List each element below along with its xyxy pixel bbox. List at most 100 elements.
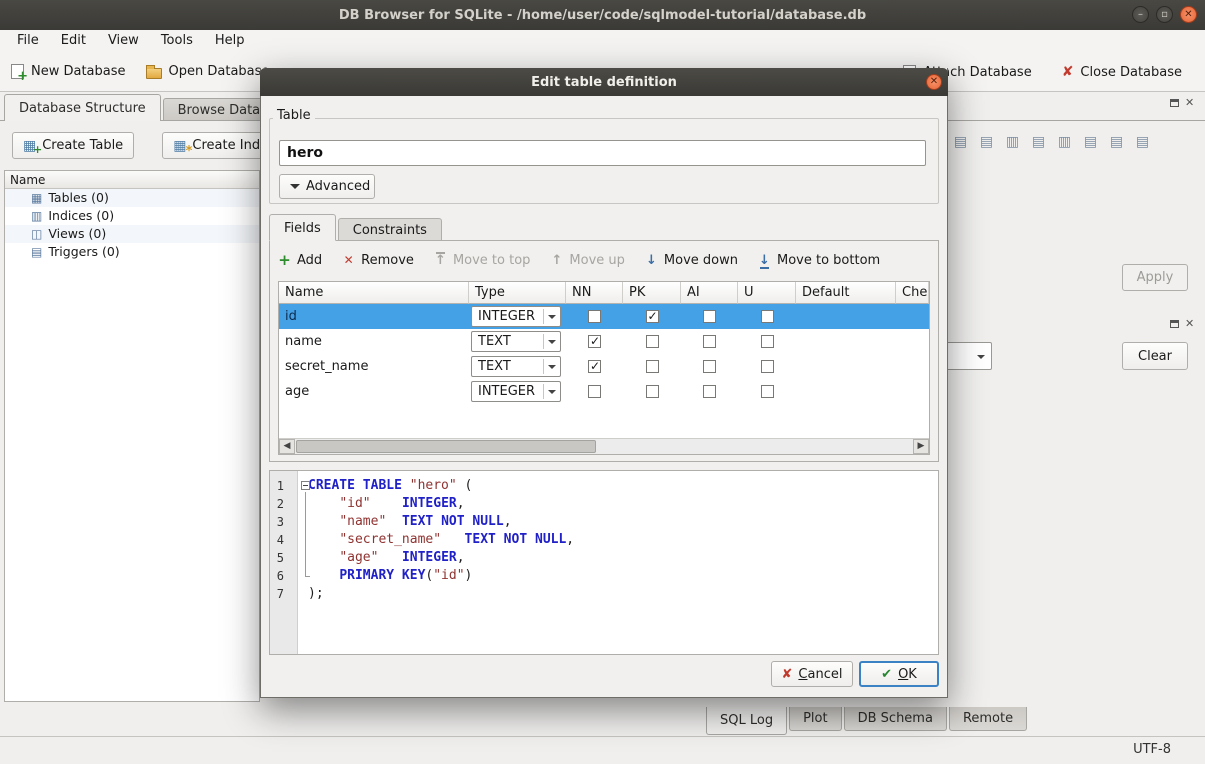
bottom-tab-db-schema[interactable]: DB Schema — [844, 707, 947, 731]
create-table-button[interactable]: ▦Create Table — [12, 132, 134, 159]
tree-item-tables[interactable]: ▦Tables (0) — [5, 189, 259, 207]
field-row-id[interactable]: idINTEGER — [279, 304, 929, 329]
panel-toolbar-icon-2[interactable]: ▤ — [976, 130, 997, 154]
panel-toolbar-icon-6[interactable]: ▤ — [1080, 130, 1101, 154]
field-row-secret-name[interactable]: secret_nameTEXT — [279, 354, 929, 379]
ai-checkbox[interactable] — [703, 360, 716, 373]
table-name-input[interactable] — [279, 140, 926, 166]
tree-item-views[interactable]: ◫Views (0) — [5, 225, 259, 243]
close-database-icon: ✘ — [1062, 65, 1074, 79]
nn-checkbox[interactable] — [588, 360, 601, 373]
minimize-icon[interactable]: – — [1132, 6, 1149, 23]
clear-button[interactable]: Clear — [1122, 342, 1188, 370]
panel-toolbar-icon-5[interactable]: ▥ — [1054, 130, 1075, 154]
menu-help[interactable]: Help — [204, 30, 256, 52]
maximize-icon[interactable]: ▫ — [1156, 6, 1173, 23]
add-button[interactable]: +Add — [278, 251, 322, 269]
advanced-button[interactable]: Advanced — [279, 174, 375, 199]
float-panel-icon[interactable] — [1170, 320, 1179, 328]
bottom-tab-remote[interactable]: Remote — [949, 707, 1027, 731]
sql-token — [308, 496, 339, 511]
float-panel-icon[interactable] — [1170, 99, 1179, 107]
type-combobox[interactable]: TEXT — [471, 356, 561, 377]
scrollbar-handle[interactable] — [296, 440, 596, 453]
dialog-titlebar[interactable]: Edit table definition ✕ — [260, 68, 948, 96]
type-combobox[interactable]: INTEGER — [471, 306, 561, 327]
pk-checkbox[interactable] — [646, 310, 659, 323]
column-header-u[interactable]: U — [738, 282, 796, 304]
bottom-tab-sql-log[interactable]: SQL Log — [706, 707, 787, 735]
dialog-tab-constraints[interactable]: Constraints — [338, 218, 442, 241]
sql-line-6: 6 PRIMARY KEY("id") — [270, 567, 938, 585]
tree-header-name[interactable]: Name — [5, 171, 259, 189]
window-titlebar[interactable]: DB Browser for SQLite - /home/user/code/… — [0, 0, 1205, 30]
close-panel-icon[interactable]: ✕ — [1185, 318, 1194, 329]
check-cell — [896, 304, 929, 329]
u-checkbox[interactable] — [761, 310, 774, 323]
dialog-close-icon[interactable]: ✕ — [926, 74, 942, 90]
column-header-check[interactable]: Check — [896, 282, 929, 304]
nn-checkbox[interactable] — [588, 385, 601, 398]
cancel-label: Cancel — [798, 667, 842, 682]
dialog-tab-fields[interactable]: Fields — [269, 214, 336, 241]
bottom-tab-plot[interactable]: Plot — [789, 707, 842, 731]
toolbar-open-database[interactable]: Open Database — [137, 57, 279, 87]
fold-collapse-icon[interactable] — [301, 481, 310, 490]
scroll-right-icon[interactable]: ▶ — [913, 439, 929, 454]
column-header-type[interactable]: Type — [469, 282, 566, 304]
remove-button[interactable]: ✕Remove — [342, 253, 414, 268]
pk-checkbox[interactable] — [646, 385, 659, 398]
ai-checkbox[interactable] — [703, 335, 716, 348]
tree-item-indices[interactable]: ▥Indices (0) — [5, 207, 259, 225]
panel-toolbar-icon-1[interactable]: ▤ — [950, 130, 971, 154]
menu-view[interactable]: View — [97, 30, 150, 52]
nn-checkbox[interactable] — [588, 310, 601, 323]
column-header-default[interactable]: Default — [796, 282, 896, 304]
close-panel-icon[interactable]: ✕ — [1185, 97, 1194, 108]
cancel-button[interactable]: ✘ Cancel — [771, 661, 853, 687]
column-header-nn[interactable]: NN — [566, 282, 623, 304]
scroll-left-icon[interactable]: ◀ — [279, 439, 295, 454]
u-cell — [738, 354, 796, 379]
horizontal-scrollbar[interactable]: ◀ ▶ — [279, 438, 929, 454]
panel-toolbar-icon-3[interactable]: ▥ — [1002, 130, 1023, 154]
menu-edit[interactable]: Edit — [50, 30, 97, 52]
sql-token: , — [566, 532, 574, 547]
toolbar-new-database[interactable]: New Database — [2, 57, 135, 87]
sql-token: INTEGER — [402, 496, 457, 511]
sql-token: , — [457, 550, 465, 565]
column-header-ai[interactable]: AI — [681, 282, 738, 304]
type-combobox[interactable]: TEXT — [471, 331, 561, 352]
menu-tools[interactable]: Tools — [150, 30, 204, 52]
sql-preview-editor[interactable]: 1CREATE TABLE "hero" (2 "id" INTEGER,3 "… — [269, 470, 939, 655]
move-down-button[interactable]: ↓Move down — [645, 253, 738, 268]
ai-checkbox[interactable] — [703, 310, 716, 323]
ai-checkbox[interactable] — [703, 385, 716, 398]
column-header-name[interactable]: Name — [279, 282, 469, 304]
u-checkbox[interactable] — [761, 335, 774, 348]
tree-item-triggers[interactable]: ▤Triggers (0) — [5, 243, 259, 261]
column-header-pk[interactable]: PK — [623, 282, 681, 304]
u-checkbox[interactable] — [761, 360, 774, 373]
move-to-bottom-button[interactable]: ↓Move to bottom — [758, 253, 880, 268]
tab-database-structure[interactable]: Database Structure — [4, 94, 161, 121]
close-icon[interactable]: ✕ — [1180, 6, 1197, 23]
panel-toolbar-icon-7[interactable]: ▤ — [1106, 130, 1127, 154]
database-structure-tree[interactable]: Name ▦Tables (0)▥Indices (0)◫Views (0)▤T… — [4, 170, 260, 702]
tab-browse-data[interactable]: Browse Data — [163, 98, 276, 121]
field-row-name[interactable]: nameTEXT — [279, 329, 929, 354]
nn-checkbox[interactable] — [588, 335, 601, 348]
type-combobox[interactable]: INTEGER — [471, 381, 561, 402]
pk-checkbox[interactable] — [646, 335, 659, 348]
panel-toolbar-icon-8[interactable]: ▤ — [1132, 130, 1153, 154]
panel-toolbar-icon-4[interactable]: ▤ — [1028, 130, 1049, 154]
move-to-top-button: ↑Move to top — [434, 253, 530, 268]
pk-checkbox[interactable] — [646, 360, 659, 373]
ok-button[interactable]: ✔ OK — [859, 661, 939, 687]
toolbar-close-database[interactable]: ✘Close Database — [1053, 57, 1191, 87]
apply-button[interactable]: Apply — [1122, 264, 1188, 291]
toolbar-left-group: New DatabaseOpen Database — [0, 57, 278, 87]
menu-file[interactable]: File — [6, 30, 50, 52]
u-checkbox[interactable] — [761, 385, 774, 398]
field-row-age[interactable]: ageINTEGER — [279, 379, 929, 404]
